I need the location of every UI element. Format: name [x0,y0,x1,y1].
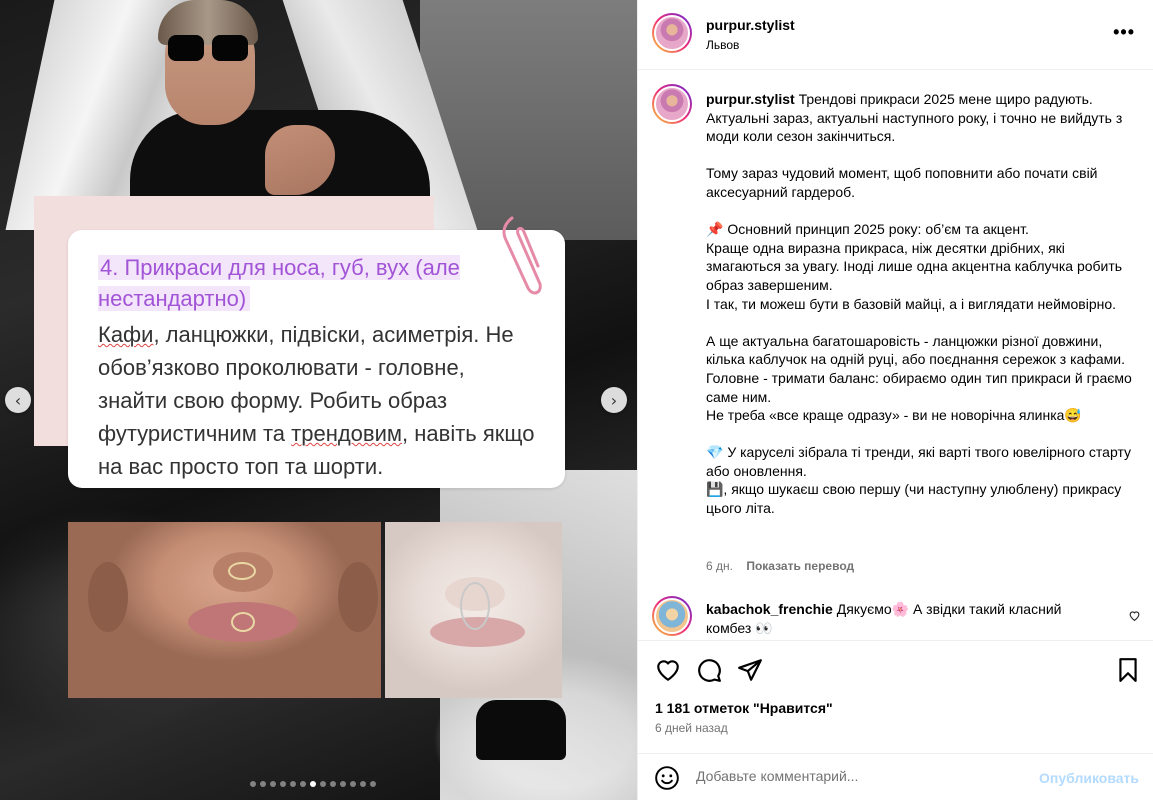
photo-lip-piercing [68,522,381,698]
photo-nose-cuff [385,522,562,698]
post-username[interactable]: purpur.stylist [706,17,795,33]
text-card: 4. Прикраси для носа, губ, вух (але нест… [68,230,565,488]
carousel-dot [270,781,276,787]
commenter-avatar[interactable] [652,596,692,636]
paperclip-icon [502,216,542,295]
card-body: Кафи, ланцюжки, підвіски, асиметрія. Не … [98,322,535,479]
comment-icon[interactable] [696,657,722,683]
add-comment-bar: Опубликовать [638,753,1153,800]
carousel-dot [350,781,356,787]
post-location[interactable]: Львов [706,38,739,52]
carousel-dot [330,781,336,787]
avatar[interactable] [652,84,692,124]
post-caption: purpur.stylist Трендові прикраси 2025 ме… [706,90,1136,518]
sunglasses [168,35,248,61]
carousel-dot [250,781,256,787]
comment-username[interactable]: kabachok_frenchie [706,601,833,617]
caption-area: purpur.stylist Трендові прикраси 2025 ме… [638,71,1153,591]
translate-link[interactable]: Показать перевод [746,559,854,573]
chevron-right-icon[interactable]: › [601,387,627,413]
chevron-left-icon[interactable]: ‹ [5,387,31,413]
carousel-dot [280,781,286,787]
post-date: 6 дней назад [655,721,728,735]
carousel-indicator [250,781,376,787]
carousel-dot [340,781,346,787]
smiley-icon[interactable] [654,765,680,791]
heart-icon[interactable] [655,657,681,683]
carousel-dot [370,781,376,787]
comment-input[interactable] [696,768,1016,784]
caption-meta: 6 дн. Показать перевод [706,559,864,573]
carousel-dot [360,781,366,787]
carousel-dot [310,781,316,787]
publish-button[interactable]: Опубликовать [1039,770,1139,786]
post-panel: purpur.stylist Львов ••• purpur.stylist … [637,0,1153,800]
caption-age: 6 дн. [706,559,733,573]
send-icon[interactable] [737,657,763,683]
carousel-dot [300,781,306,787]
boots [476,700,566,760]
caption-text: Трендові прикраси 2025 мене щиро радують… [706,91,1132,517]
action-bar: 1 181 отметок "Нравится" 6 дней назад Оп… [638,640,1153,800]
avatar[interactable] [652,13,692,53]
carousel-dot [290,781,296,787]
more-horizontal-icon[interactable]: ••• [1113,22,1135,43]
bookmark-icon[interactable] [1115,657,1141,683]
post-header: purpur.stylist Львов ••• [638,0,1153,70]
carousel-dot [320,781,326,787]
caption-username[interactable]: purpur.stylist [706,91,795,107]
post-media[interactable]: 4. Прикраси для носа, губ, вух (але нест… [0,0,637,800]
comment-like-icon[interactable] [1128,609,1141,622]
comment: kabachok_frenchie Дякуємо🌸 А звідки таки… [706,600,1106,638]
card-title: 4. Прикраси для носа, губ, вух (але нест… [98,255,460,311]
likes-count[interactable]: 1 181 отметок "Нравится" [655,700,833,716]
carousel-dot [260,781,266,787]
